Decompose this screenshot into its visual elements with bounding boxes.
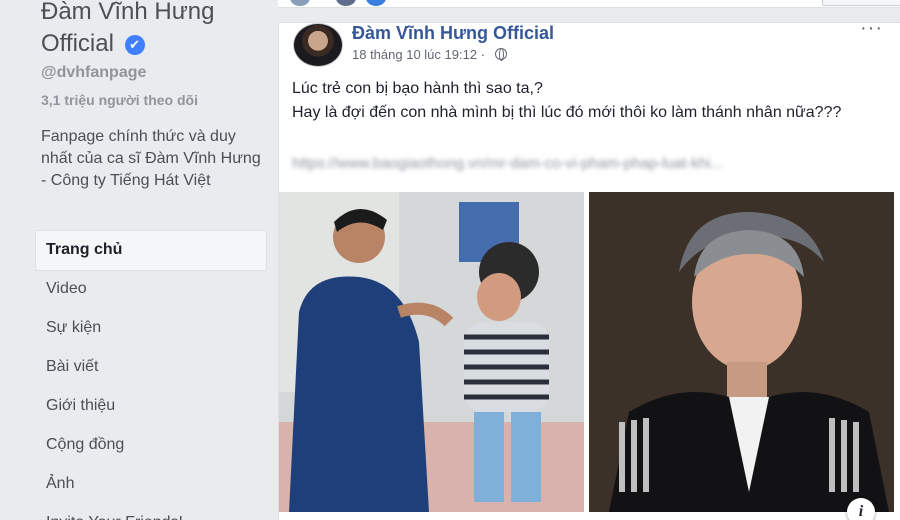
- globe-icon: [494, 48, 507, 61]
- post-meta: 18 tháng 10 lúc 19:12 ·: [352, 47, 507, 62]
- page-handle[interactable]: @dvhfanpage: [41, 64, 146, 82]
- reaction-avatar: [290, 0, 310, 6]
- nav-item-photos[interactable]: Ảnh: [36, 465, 266, 504]
- verified-badge-icon: ✔: [124, 35, 145, 55]
- nav-item-community[interactable]: Cộng đồng: [36, 426, 266, 465]
- nav-item-home[interactable]: Trang chủ: [36, 231, 266, 270]
- post-text-line: Lúc trẻ con bị bạo hành thì sao ta,?: [292, 80, 543, 97]
- nav-item-invite-friends[interactable]: Invite Your Friends!: [36, 504, 266, 520]
- page-title: Đàm Vĩnh Hưng Official ✔: [41, 0, 266, 60]
- scene-illustration: [279, 192, 584, 512]
- nav-item-posts[interactable]: Bài viết: [36, 348, 266, 387]
- portrait-illustration: [589, 192, 894, 512]
- post-timestamp[interactable]: 18 tháng 10 lúc 19:12 ·: [352, 47, 485, 62]
- post-text-line: Hay là đợi đến con nhà mình bị thì lúc đ…: [292, 104, 842, 121]
- reaction-avatar: [336, 0, 356, 6]
- reaction-avatar: [366, 0, 386, 6]
- more-options-icon[interactable]: ···: [860, 17, 883, 40]
- post-text: Lúc trẻ con bị bạo hành thì sao ta,? Hay…: [292, 77, 892, 125]
- author-avatar[interactable]: [293, 23, 343, 67]
- info-icon[interactable]: i: [847, 498, 875, 520]
- post-media: i: [279, 192, 900, 520]
- page-sidebar: Đàm Vĩnh Hưng Official ✔ @dvhfanpage 3,1…: [0, 0, 270, 520]
- nav-item-events[interactable]: Sự kiện: [36, 309, 266, 348]
- portrait-photo[interactable]: [589, 192, 894, 512]
- page-nav: Trang chủ Video Sự kiện Bài viết Giới th…: [36, 231, 266, 520]
- header-button[interactable]: [822, 0, 900, 6]
- previous-post-edge: [278, 0, 900, 8]
- video-photo[interactable]: [279, 192, 584, 512]
- post-author[interactable]: Đàm Vĩnh Hưng Official: [352, 23, 554, 44]
- page-description: Fanpage chính thức và duy nhất của ca sĩ…: [41, 128, 261, 189]
- post-card: Đàm Vĩnh Hưng Official 18 tháng 10 lúc 1…: [278, 17, 900, 520]
- follower-count: 3,1 triệu người theo dõi: [41, 92, 198, 108]
- nav-item-about[interactable]: Giới thiệu: [36, 387, 266, 426]
- post-link[interactable]: https://www.baogiaothong.vn/mr-dam-co-vi…: [292, 155, 802, 172]
- nav-item-video[interactable]: Video: [36, 270, 266, 309]
